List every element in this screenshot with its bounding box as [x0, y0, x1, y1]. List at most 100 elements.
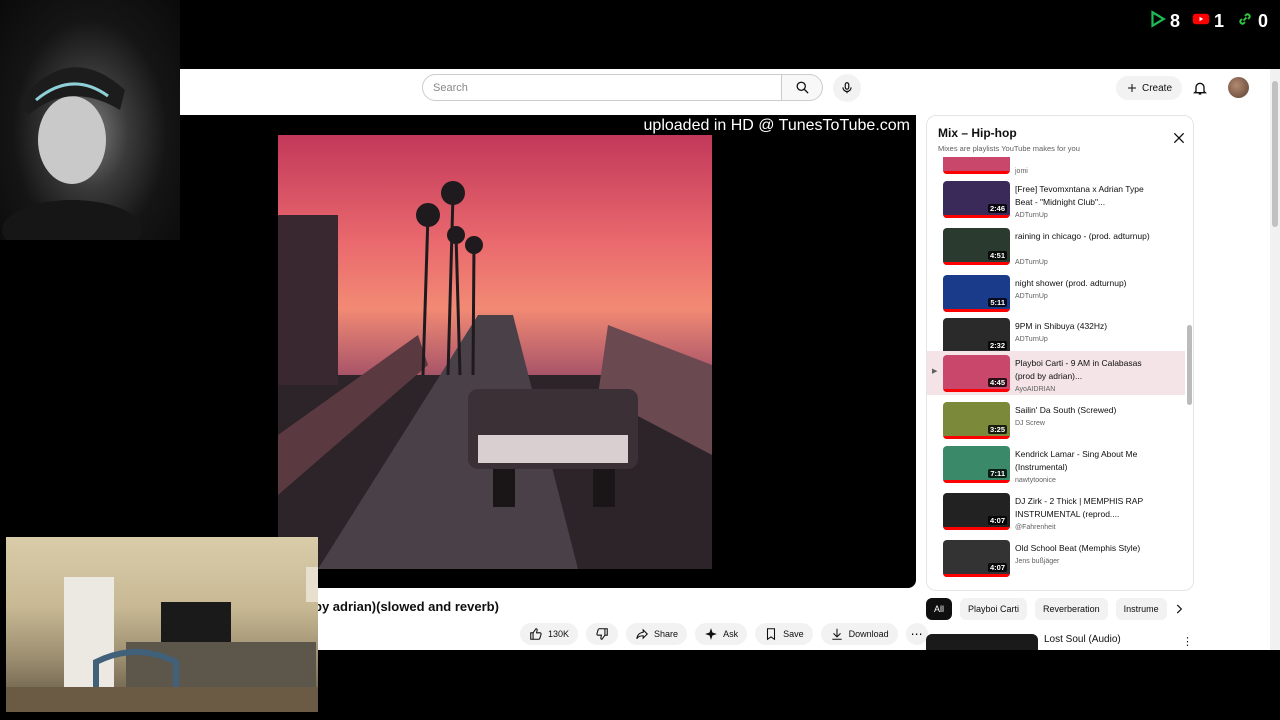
create-label: Create	[1142, 82, 1173, 94]
video-thumbnail: 4:51	[943, 228, 1010, 265]
mix-scrollbar[interactable]	[1185, 157, 1193, 590]
share-button[interactable]: Share	[626, 623, 688, 645]
channel-name: AyoAIDRIAN	[1015, 386, 1056, 393]
video-thumbnail: 5:11	[943, 275, 1010, 312]
video-actions: 130K Share Ask Save Download ⋯	[520, 623, 928, 645]
webcam-room-overlay	[6, 537, 318, 712]
download-icon	[831, 628, 842, 640]
filter-chip[interactable]: Playboi Carti	[960, 598, 1028, 620]
create-button[interactable]: Create	[1116, 76, 1183, 100]
filter-chip[interactable]: Instrume	[1115, 598, 1167, 620]
duration-badge: 4:07	[987, 516, 1007, 525]
list-item[interactable]: 4:07 DJ Zirk - 2 Thick | MEMPHIS RAP INST…	[927, 489, 1185, 533]
play-triangle-icon	[1148, 10, 1166, 33]
like-count: 130K	[548, 629, 570, 639]
filter-chips: All Playboi Carti Reverberation Instrume	[926, 598, 1186, 622]
page-scrollbar[interactable]	[1270, 69, 1280, 650]
video-title: night shower (prod. adturnup)	[1015, 278, 1127, 288]
like-button[interactable]: 130K	[520, 623, 579, 645]
voice-search-button[interactable]	[833, 74, 861, 102]
recommendation-title: Lost Soul (Audio)	[1044, 634, 1121, 645]
duration-badge: 4:45	[987, 378, 1007, 387]
list-item[interactable]: 4:51 raining in chicago - (prod. adturnup…	[927, 224, 1185, 268]
thumbs-down-icon	[596, 628, 608, 640]
youtube-icon	[1192, 10, 1210, 33]
duration-badge: 2:46	[987, 204, 1007, 213]
counter-play-triangle: 8	[1148, 10, 1180, 33]
video-thumbnail	[926, 634, 1038, 650]
more-dots-icon: ⋯	[910, 627, 923, 641]
mix-subtitle: Mixes are playlists YouTube makes for yo…	[938, 144, 1080, 153]
more-vert-icon[interactable]: ⋮	[1182, 635, 1193, 648]
channel-name: Jens bußjäger	[1015, 558, 1060, 565]
notifications-button[interactable]	[1190, 78, 1210, 98]
sparkle-icon	[705, 628, 717, 640]
list-item[interactable]: 3:25 Sailin' Da South (Screwed) DJ Screw	[927, 398, 1185, 442]
list-item[interactable]: 2:46 [Free] Tevomxntana x Adrian Type Bea…	[927, 177, 1185, 221]
video-player[interactable]: uploaded in HD @ TunesToTube.com	[74, 115, 916, 588]
list-item[interactable]: 4:07 Old School Beat (Memphis Style) Jens …	[927, 536, 1185, 580]
video-title: raining in chicago - (prod. adturnup)	[1015, 231, 1150, 241]
screen: Search Create uploaded in HD @ TunesToTu…	[0, 0, 1280, 720]
download-label: Download	[848, 629, 889, 639]
thumbs-up-icon	[530, 628, 542, 640]
download-button[interactable]: Download	[820, 623, 898, 645]
video-thumbnail	[943, 157, 1010, 174]
video-thumbnail: 4:07	[943, 540, 1010, 577]
search-placeholder: Search	[433, 81, 468, 94]
counter-youtube: 1	[1192, 10, 1224, 33]
video-title: 9PM in Shibuya (432Hz)	[1015, 321, 1108, 331]
duration-badge: 4:07	[987, 563, 1007, 572]
search-button[interactable]	[781, 74, 823, 101]
close-icon[interactable]	[1171, 130, 1187, 146]
video-thumbnail: 7:11	[943, 446, 1010, 483]
share-icon	[636, 628, 649, 640]
mix-title: Mix – Hip-hop	[938, 126, 1017, 140]
video-title: Playboi Carti - 9 AM in Calabasas (prod …	[1015, 358, 1142, 381]
duration-badge: 2:32	[987, 341, 1007, 350]
search-input[interactable]: Search	[422, 74, 782, 101]
account-avatar[interactable]	[1228, 77, 1249, 98]
list-item[interactable]: 5:11 night shower (prod. adturnup) ADTurnU…	[927, 271, 1185, 315]
microphone-icon	[842, 82, 852, 94]
channel-name: ADTurnUp	[1015, 259, 1048, 266]
dislike-button[interactable]	[586, 623, 619, 645]
more-actions-button[interactable]: ⋯	[905, 623, 928, 645]
recommendation-item[interactable]: Lost Soul (Audio) ⋮	[926, 631, 1194, 650]
counter-value: 1	[1213, 11, 1224, 31]
save-button[interactable]: Save	[755, 623, 813, 645]
video-title: Kendrick Lamar - Sing About Me (Instrume…	[1015, 449, 1138, 472]
plus-icon	[1128, 84, 1136, 92]
webcam-face-overlay	[0, 0, 180, 240]
duration-badge: 4:51	[987, 251, 1007, 260]
video-title: Old School Beat (Memphis Style)	[1015, 543, 1141, 553]
list-item[interactable]: 7:11 Kendrick Lamar - Sing About Me (Inst…	[927, 442, 1185, 486]
channel-name: @Fahrenheit	[1015, 524, 1056, 531]
chevron-right-icon[interactable]	[1172, 602, 1186, 616]
search-icon	[796, 81, 809, 94]
ask-button[interactable]: Ask	[695, 623, 748, 645]
video-title: [Free] Tevomxntana x Adrian Type Beat - …	[1015, 184, 1144, 207]
video-title: DJ Zirk - 2 Thick | MEMPHIS RAP INSTRUME…	[1015, 496, 1143, 519]
channel-name: ADTurnUp	[1015, 336, 1048, 343]
filter-chip[interactable]: All	[926, 598, 953, 620]
counter-value: 8	[1169, 11, 1180, 31]
list-item[interactable]: ▶ 4:45 Playboi Carti - 9 AM in Calabasas (…	[927, 351, 1185, 395]
duration-badge: 7:11	[988, 469, 1007, 478]
counter-link: 0	[1236, 10, 1268, 33]
video-watermark: uploaded in HD @ TunesToTube.com	[643, 117, 910, 134]
video-thumbnail: 2:46	[943, 181, 1010, 218]
list-item[interactable]: jomi	[927, 157, 1185, 177]
ask-label: Ask	[723, 629, 739, 639]
bookmark-icon	[767, 628, 776, 641]
duration-badge: 3:25	[987, 425, 1007, 434]
filter-chip[interactable]: Reverberation	[1035, 598, 1108, 620]
video-thumbnail: 4:07	[943, 493, 1010, 530]
now-playing-icon: ▶	[932, 368, 938, 375]
channel-name: ADTurnUp	[1015, 212, 1048, 219]
channel-name: nawtytoonice	[1015, 477, 1056, 484]
video-thumbnail: 2:32	[943, 318, 1010, 355]
video-title: Sailin' Da South (Screwed)	[1015, 405, 1117, 415]
video-artwork	[278, 135, 712, 569]
channel-name: jomi	[1015, 168, 1028, 175]
